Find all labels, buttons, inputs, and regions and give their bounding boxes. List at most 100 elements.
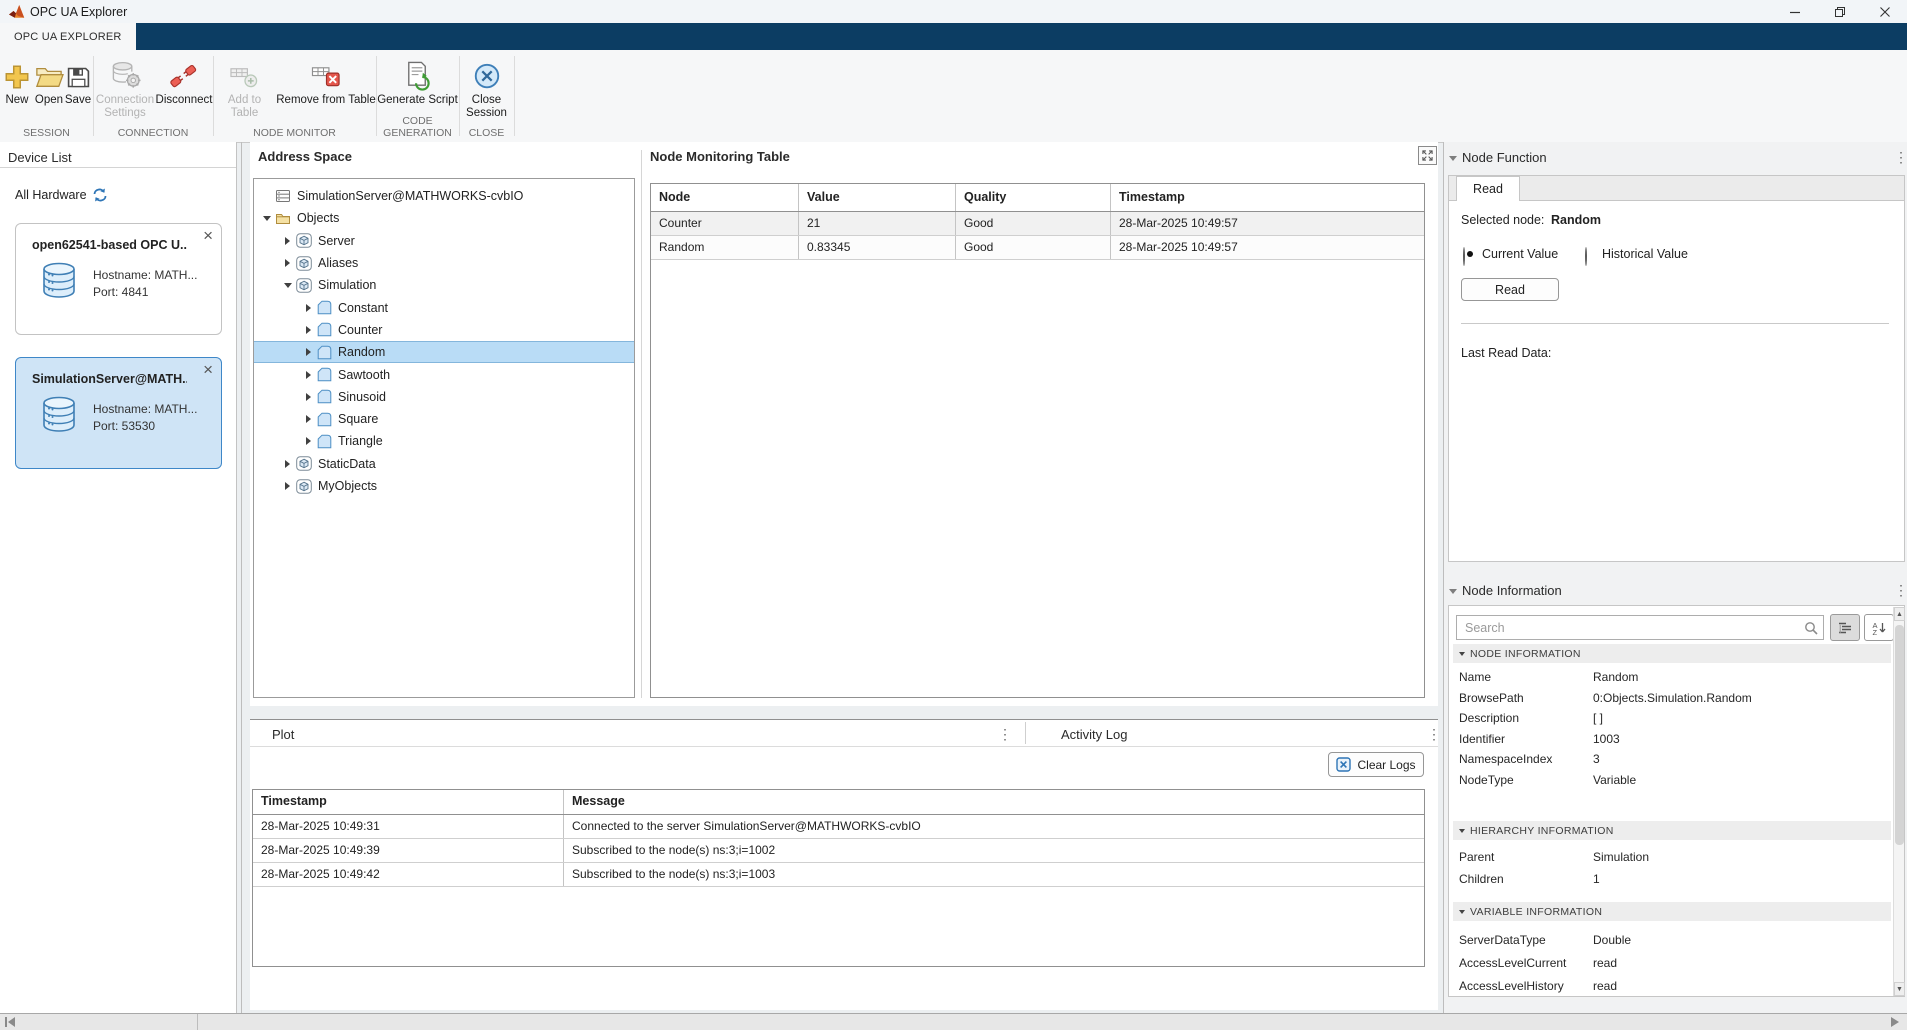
plot-tab-title[interactable]: Plot: [272, 727, 294, 742]
log-row[interactable]: 28-Mar-2025 10:49:42 Subscribed to the n…: [253, 863, 1424, 887]
remove-device-icon[interactable]: ×: [203, 226, 213, 246]
section-hierarchy-information[interactable]: HIERARCHY INFORMATION: [1453, 821, 1891, 840]
save-label: Save: [65, 94, 91, 107]
historical-value-radio[interactable]: [1585, 247, 1587, 266]
info-value: read: [1593, 956, 1617, 970]
refresh-icon[interactable]: [92, 188, 108, 202]
chevron-right-icon[interactable]: [281, 482, 294, 490]
section-node-information[interactable]: NODE INFORMATION: [1453, 644, 1891, 663]
tree-node-sawtooth[interactable]: Sawtooth: [254, 363, 634, 385]
cell-timestamp: 28-Mar-2025 10:49:31: [253, 815, 564, 838]
tree-node-objects[interactable]: Objects: [254, 207, 634, 229]
clear-logs-button[interactable]: Clear Logs: [1328, 752, 1424, 777]
group-view-button[interactable]: [1830, 614, 1860, 641]
new-button[interactable]: New: [2, 55, 32, 107]
tree-list-icon: [1837, 621, 1853, 635]
remove-device-icon[interactable]: ×: [203, 360, 213, 380]
current-value-radio[interactable]: [1463, 247, 1465, 266]
group-connection: Connection Settings Disconnect CONNECTI: [93, 50, 213, 141]
chevron-right-icon[interactable]: [281, 259, 294, 267]
minimize-button[interactable]: [1772, 0, 1817, 23]
chevron-right-icon[interactable]: [302, 371, 315, 379]
scroll-down-icon[interactable]: ▼: [1894, 982, 1905, 996]
activity-log-tab-title[interactable]: Activity Log: [1061, 727, 1127, 742]
sort-az-button[interactable]: A Z: [1864, 614, 1894, 641]
server-db-icon: [38, 262, 80, 298]
tree-node-simulation[interactable]: Simulation: [254, 274, 634, 296]
scrollbar[interactable]: ▲ ▼: [1893, 607, 1904, 996]
chevron-right-icon[interactable]: [302, 415, 315, 423]
clear-logs-icon: [1336, 757, 1351, 772]
scroll-up-icon[interactable]: ▲: [1894, 607, 1905, 621]
chevron-right-icon[interactable]: [302, 326, 315, 334]
chevron-down-icon[interactable]: [260, 216, 273, 221]
info-row: ServerDataType Double: [1453, 928, 1891, 951]
search-input[interactable]: [1456, 615, 1824, 640]
disconnect-button[interactable]: Disconnect: [155, 55, 213, 107]
tree-node-simulationserver[interactable]: SimulationServer@MATHWORKS-cvbIO: [254, 185, 634, 207]
chevron-down-icon[interactable]: [281, 283, 294, 288]
tree-node-random[interactable]: Random: [254, 341, 634, 363]
save-button[interactable]: Save: [63, 55, 93, 107]
log-row[interactable]: 28-Mar-2025 10:49:31 Connected to the se…: [253, 815, 1424, 839]
close-button[interactable]: [1862, 0, 1907, 23]
cell-timestamp: 28-Mar-2025 10:49:57: [1111, 212, 1424, 235]
tree-node-staticdata[interactable]: StaticData: [254, 453, 634, 475]
tab-opc-ua-explorer[interactable]: OPC UA EXPLORER: [0, 23, 136, 50]
node-information-menu-icon[interactable]: ⋮: [1894, 583, 1907, 597]
restore-button[interactable]: [1817, 0, 1862, 23]
tree-node-server[interactable]: Server: [254, 230, 634, 252]
activity-log-menu-icon[interactable]: ⋮: [1427, 727, 1441, 741]
tree-node-label: Server: [318, 234, 355, 248]
tree-node-sinusoid[interactable]: Sinusoid: [254, 386, 634, 408]
section-variable-information[interactable]: VARIABLE INFORMATION: [1453, 902, 1891, 921]
folder-icon: [275, 211, 291, 225]
read-button[interactable]: Read: [1461, 278, 1559, 301]
connection-settings-icon: [109, 55, 142, 91]
node-function-menu-icon[interactable]: ⋮: [1894, 150, 1907, 164]
info-label: NodeType: [1453, 773, 1593, 787]
log-row[interactable]: 28-Mar-2025 10:49:39 Subscribed to the n…: [253, 839, 1424, 863]
matlab-logo-icon: [8, 4, 25, 19]
collapse-node-information-icon[interactable]: [1449, 589, 1457, 594]
chevron-right-icon[interactable]: [281, 237, 294, 245]
log-table-header: Timestamp Message: [253, 790, 1424, 815]
device-card-simulationserver[interactable]: SimulationServer@MATH... × Hostname: MAT…: [15, 357, 222, 469]
monitor-row-counter[interactable]: Counter 21 Good 28-Mar-2025 10:49:57: [651, 212, 1424, 236]
tree-node-label: Aliases: [318, 256, 358, 270]
chevron-right-icon[interactable]: [302, 393, 315, 401]
object-node-icon: [296, 456, 312, 471]
info-value: Double: [1593, 933, 1631, 947]
generate-script-button[interactable]: Generate Script: [376, 55, 459, 107]
tree-node-constant[interactable]: Constant: [254, 296, 634, 318]
device-card-open62541[interactable]: open62541-based OPC U... × Hostname: MAT…: [15, 223, 222, 335]
tab-read[interactable]: Read: [1456, 176, 1520, 201]
device-name: open62541-based OPC U...: [32, 238, 187, 252]
group-session-label: SESSION: [0, 127, 93, 139]
tree-node-counter[interactable]: Counter: [254, 319, 634, 341]
disconnect-plug-icon: [167, 55, 201, 91]
tree-node-triangle[interactable]: Triangle: [254, 430, 634, 452]
plot-menu-icon[interactable]: ⋮: [998, 727, 1012, 741]
expand-right-panel-icon[interactable]: [1890, 1016, 1900, 1028]
tree-node-myobjects[interactable]: MyObjects: [254, 475, 634, 497]
info-row: Parent Simulation: [1453, 846, 1891, 868]
tree-node-aliases[interactable]: Aliases: [254, 252, 634, 274]
chevron-right-icon[interactable]: [302, 348, 315, 356]
column-header: Value: [799, 184, 956, 211]
chevron-right-icon[interactable]: [302, 437, 315, 445]
tree-node-label: Random: [338, 345, 385, 359]
variable-node-icon: [317, 300, 332, 315]
collapse-node-function-icon[interactable]: [1449, 156, 1457, 161]
chevron-right-icon[interactable]: [281, 460, 294, 468]
chevron-right-icon[interactable]: [302, 304, 315, 312]
expand-panel-icon[interactable]: [1418, 146, 1437, 165]
monitor-row-random[interactable]: Random 0.83345 Good 28-Mar-2025 10:49:57: [651, 236, 1424, 260]
close-session-button[interactable]: Close Session: [459, 55, 514, 120]
open-button[interactable]: Open: [32, 55, 66, 107]
scrollbar-thumb[interactable]: [1895, 625, 1904, 845]
remove-from-table-button[interactable]: Remove from Table: [276, 55, 376, 107]
collapse-left-panel-icon[interactable]: [4, 1016, 16, 1028]
variable-node-icon: [317, 412, 332, 427]
tree-node-square[interactable]: Square: [254, 408, 634, 430]
